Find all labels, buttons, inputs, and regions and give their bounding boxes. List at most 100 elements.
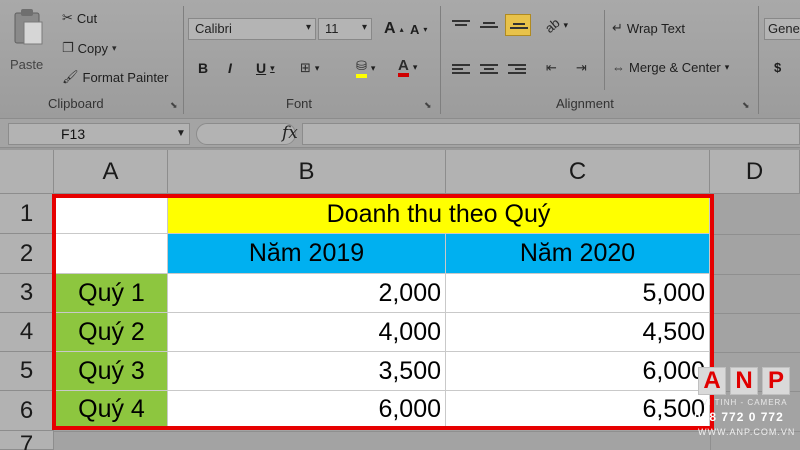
clipboard-launcher-icon[interactable]: ⬊	[170, 100, 178, 111]
formula-input[interactable]	[302, 123, 800, 145]
decrease-indent-button[interactable]: ⇤	[546, 60, 557, 76]
wrap-text-button[interactable]: ↵ Wrap Text	[612, 20, 685, 36]
cut-label: Cut	[76, 10, 98, 26]
merge-center-icon: ⇔	[612, 60, 625, 75]
align-right-icon[interactable]	[508, 62, 526, 76]
shrink-font-button[interactable]: A ▾	[410, 22, 427, 37]
underline-button[interactable]: U ▾	[256, 60, 275, 76]
cell-a5-quarter[interactable]: Quý 3	[56, 352, 168, 391]
watermark-letter: N	[730, 367, 758, 395]
font-color-button[interactable]: A ▾	[398, 58, 417, 77]
cell-c6[interactable]: 6,500	[446, 391, 710, 428]
watermark-tagline: VI TINH - CAMERA	[702, 398, 788, 407]
wrap-text-label: Wrap Text	[626, 20, 685, 36]
chevron-down-icon: ▾	[412, 62, 418, 72]
cell-b6[interactable]: 6,000	[168, 391, 446, 428]
format-painter-label: Format Painter	[82, 69, 169, 85]
chevron-down-icon: ▾	[563, 20, 568, 30]
grow-font-icon: A	[384, 20, 396, 37]
chevron-down-icon: ▾	[724, 62, 730, 72]
bold-button[interactable]: B	[198, 60, 208, 76]
row-header-1[interactable]: 1	[0, 194, 54, 234]
cell-b3[interactable]: 2,000	[168, 274, 446, 313]
orientation-button[interactable]: ab ▾	[542, 15, 568, 36]
cell-c5[interactable]: 6,000	[446, 352, 710, 391]
cell-a1[interactable]	[56, 196, 168, 234]
shrink-font-icon: A	[410, 22, 420, 37]
cell-b4[interactable]: 4,000	[168, 313, 446, 352]
chevron-down-icon[interactable]: ▼	[176, 128, 186, 139]
bold-icon: B	[198, 60, 209, 76]
select-all-corner[interactable]	[0, 150, 54, 194]
column-header-b[interactable]: B	[168, 150, 446, 194]
font-launcher-icon[interactable]: ⬊	[424, 100, 432, 111]
font-name-value: Calibri	[195, 21, 232, 36]
cell-b2-year[interactable]: Năm 2019	[168, 234, 446, 274]
increase-indent-button[interactable]: ⇥	[576, 60, 587, 76]
currency-button[interactable]: $	[774, 60, 781, 75]
format-painter-button[interactable]: 🖌 Format Painter	[62, 69, 169, 85]
merge-center-button[interactable]: ⇔ Merge & Center ▾	[612, 60, 729, 75]
alignment-launcher-icon[interactable]: ⬊	[742, 100, 750, 111]
chevron-down-icon: ▾	[112, 42, 117, 53]
cell-a4-quarter[interactable]: Quý 2	[56, 313, 168, 352]
watermark-phone: 038 772 0 772	[694, 410, 784, 424]
row-header-2[interactable]: 2	[0, 234, 54, 274]
ribbon: Paste ✂ Cut ❐ Copy ▾ 🖌 Format Painter Cl…	[0, 0, 800, 118]
group-divider	[183, 6, 184, 114]
paint-bucket-icon: ⛁	[356, 58, 367, 78]
cell-a6-quarter[interactable]: Quý 4	[56, 391, 168, 428]
column-header-c[interactable]: C	[446, 150, 710, 194]
middle-align-icon[interactable]	[480, 20, 498, 34]
font-group-label: Font	[286, 96, 313, 111]
scissors-icon: ✂	[62, 10, 73, 25]
align-left-icon[interactable]	[452, 62, 470, 76]
font-name-combo[interactable]: Calibri ▾	[188, 18, 316, 40]
copy-button[interactable]: ❐ Copy ▾	[62, 40, 117, 56]
cell-c4[interactable]: 4,500	[446, 313, 710, 352]
font-color-icon: A	[398, 58, 409, 77]
italic-button[interactable]: I	[228, 60, 232, 76]
formula-bar: F13 ▼ fx	[0, 118, 800, 148]
chevron-down-icon: ▾	[270, 62, 275, 73]
chevron-down-icon: ▾	[361, 22, 367, 33]
cell-c3[interactable]: 5,000	[446, 274, 710, 313]
underline-icon: U	[256, 60, 267, 76]
top-align-icon[interactable]	[452, 18, 470, 32]
grow-font-button[interactable]: A ▴	[384, 20, 404, 38]
bottom-align-button[interactable]	[505, 14, 531, 36]
chevron-down-icon: ▾	[314, 62, 320, 73]
borders-button[interactable]: ⊞ ▾	[300, 60, 319, 76]
number-format-value: Gene	[768, 21, 800, 36]
row-header-5[interactable]: 5	[0, 352, 54, 391]
column-header-d[interactable]: D	[710, 150, 800, 194]
row-header-3[interactable]: 3	[0, 274, 54, 313]
cell-b1-title[interactable]: Doanh thu theo Quý	[168, 196, 710, 234]
bottom-align-icon	[510, 21, 528, 35]
insert-function-button[interactable]: fx	[282, 123, 298, 143]
group-divider	[758, 6, 759, 114]
column-header-a[interactable]: A	[54, 150, 168, 194]
paintbrush-icon: 🖌	[62, 69, 79, 84]
row-header-7[interactable]: 7	[0, 431, 54, 450]
row-header-6[interactable]: 6	[0, 391, 54, 431]
font-size-combo[interactable]: 11 ▾	[318, 18, 372, 40]
cut-button[interactable]: ✂ Cut	[62, 10, 97, 26]
cell-a3-quarter[interactable]: Quý 1	[56, 274, 168, 313]
row-header-4[interactable]: 4	[0, 313, 54, 352]
borders-icon: ⊞	[300, 60, 311, 75]
name-box[interactable]: F13	[8, 123, 190, 145]
decrease-indent-icon: ⇤	[546, 60, 557, 75]
font-size-value: 11	[325, 21, 339, 36]
cell-c2-year[interactable]: Năm 2020	[446, 234, 710, 274]
watermark-letter: P	[762, 367, 790, 395]
merge-center-label: Merge & Center	[629, 60, 721, 75]
clipboard-group-label: Clipboard	[48, 96, 104, 111]
anp-watermark-logo: A N P VI TINH - CAMERA 038 772 0 772 WWW…	[690, 367, 800, 439]
align-center-icon[interactable]	[480, 62, 498, 76]
group-divider	[604, 10, 605, 90]
number-format-combo[interactable]: Gene	[764, 18, 800, 40]
fill-color-button[interactable]: ⛁ ▾	[356, 58, 375, 78]
cell-a2[interactable]	[56, 234, 168, 274]
cell-b5[interactable]: 3,500	[168, 352, 446, 391]
